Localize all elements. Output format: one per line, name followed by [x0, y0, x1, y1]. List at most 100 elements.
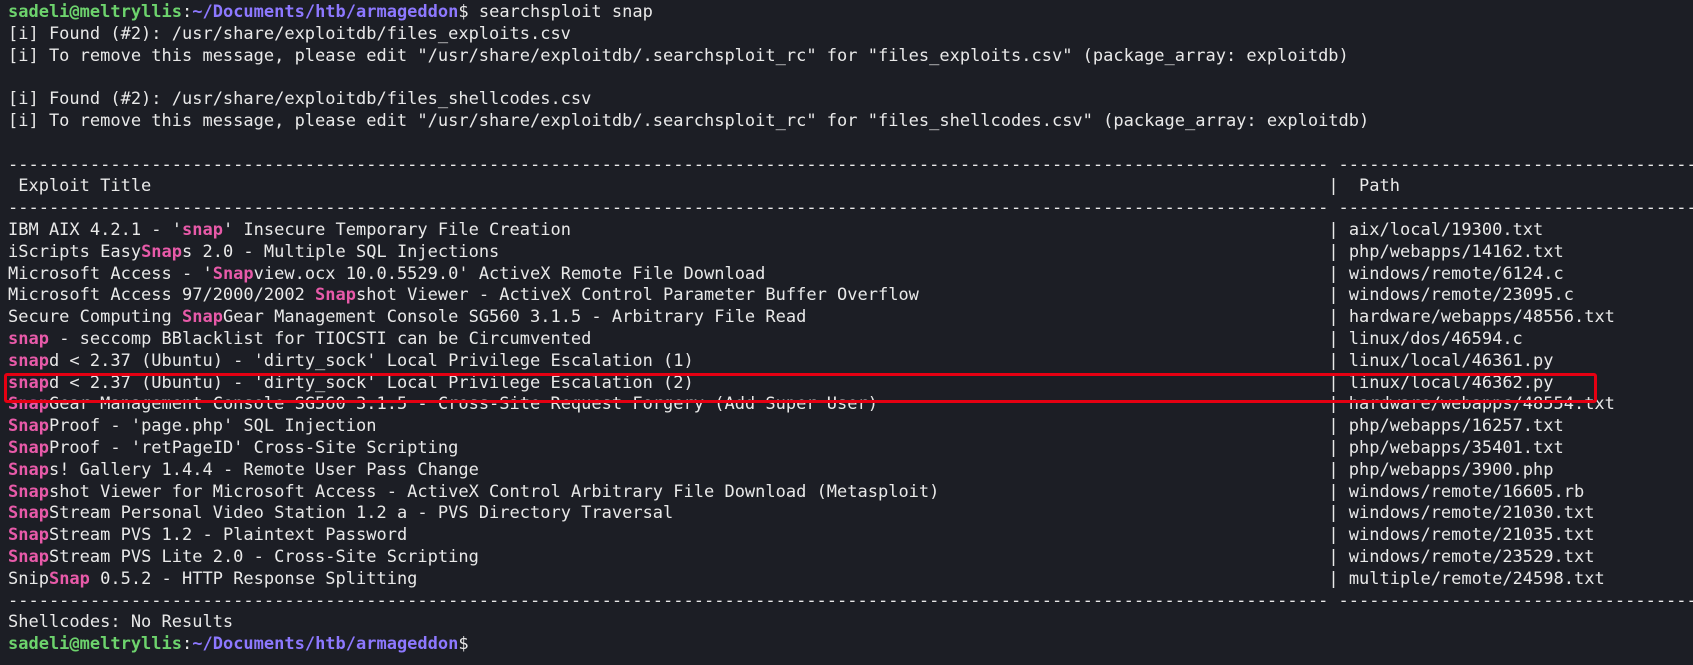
table-header: Exploit Title | Path — [8, 176, 1693, 198]
row-title-prefix: Snip — [8, 568, 49, 589]
search-match: snap — [182, 219, 223, 240]
row-path: linux/dos/46594.c — [1348, 328, 1523, 349]
prompt-user-host: sadeli@meltryllis — [8, 2, 182, 22]
column-header-path: Path — [1359, 176, 1400, 197]
column-divider: | — [1328, 263, 1349, 284]
row-path: windows/remote/6124.c — [1348, 263, 1564, 284]
table-row[interactable]: Snapshot Viewer for Microsoft Access - A… — [8, 482, 1693, 504]
table-row[interactable]: SnapStream PVS 1.2 - Plaintext Password … — [8, 525, 1693, 547]
prompt-symbol: $ — [458, 634, 479, 655]
row-title-suffix: d < 2.37 (Ubuntu) - 'dirty_sock' Local P… — [48, 350, 1329, 371]
row-title-prefix: Secure Computing — [8, 307, 182, 328]
column-divider: | — [1328, 307, 1349, 328]
column-divider: | — [1328, 503, 1349, 524]
row-title-suffix: shot Viewer for Microsoft Access - Activ… — [48, 481, 1329, 502]
column-divider: | — [1328, 481, 1349, 502]
table-row[interactable]: snap - seccomp BBlacklist for TIOCSTI ca… — [8, 329, 1693, 351]
table-row[interactable]: iScripts EasySnaps 2.0 - Multiple SQL In… — [8, 242, 1693, 264]
row-title-suffix: Proof - 'retPageID' Cross-Site Scripting — [48, 437, 1329, 458]
column-divider: | — [1328, 437, 1349, 458]
table-row[interactable]: Snaps! Gallery 1.4.4 - Remote User Pass … — [8, 460, 1693, 482]
table-row[interactable]: SnipSnap 0.5.2 - HTTP Response Splitting… — [8, 569, 1693, 591]
row-path: windows/remote/16605.rb — [1348, 481, 1585, 502]
table-row-highlighted[interactable]: snapd < 2.37 (Ubuntu) - 'dirty_sock' Loc… — [8, 373, 1693, 395]
search-match: Snap — [315, 285, 356, 306]
search-match: snap — [8, 328, 49, 349]
prompt-line-final[interactable]: sadeli@meltryllis:~/Documents/htb/armage… — [8, 634, 1693, 656]
row-title-suffix: Stream Personal Video Station 1.2 a - PV… — [48, 503, 1329, 524]
prompt-symbol: $ — [458, 2, 479, 22]
table-row[interactable]: SnapStream Personal Video Station 1.2 a … — [8, 503, 1693, 525]
table-row[interactable]: Microsoft Access 97/2000/2002 Snapshot V… — [8, 285, 1693, 307]
row-title-prefix: IBM AIX 4.2.1 - ' — [8, 219, 182, 240]
row-path: php/webapps/14162.txt — [1348, 241, 1564, 262]
row-path: aix/local/19300.txt — [1348, 219, 1544, 240]
info-message-line — [8, 67, 1693, 89]
table-row[interactable]: SnapProof - 'retPageID' Cross-Site Scrip… — [8, 438, 1693, 460]
row-title-suffix: view.ocx 10.0.5529.0' ActiveX Remote Fil… — [253, 263, 1329, 284]
info-message-line: [i] Found (#2): /usr/share/exploitdb/fil… — [8, 89, 592, 110]
prompt-separator: : — [182, 634, 193, 655]
terminal-window[interactable]: sadeli@meltryllis:~/Documents/htb/armage… — [0, 0, 1693, 665]
row-path: linux/local/46361.py — [1348, 350, 1554, 371]
column-header-title: Exploit Title — [8, 176, 1329, 197]
row-title-suffix: ' Insecure Temporary File Creation — [222, 219, 1329, 240]
command-text: searchsploit snap — [478, 2, 653, 22]
column-divider: | — [1328, 176, 1360, 197]
info-messages: [i] Found (#2): /usr/share/exploitdb/fil… — [8, 24, 1693, 155]
search-match: Snap — [8, 503, 49, 524]
row-title-suffix: Gear Management Console SG560 3.1.5 - Cr… — [48, 394, 1329, 415]
row-title-suffix: d < 2.37 (Ubuntu) - 'dirty_sock' Local P… — [48, 372, 1329, 393]
info-message-line: [i] To remove this message, please edit … — [8, 110, 1370, 131]
search-match: Snap — [212, 263, 254, 284]
prompt-user-host: sadeli@meltryllis — [8, 634, 182, 655]
row-path: linux/local/46362.py — [1348, 372, 1554, 393]
table-row[interactable]: SnapProof - 'page.php' SQL Injection | p… — [8, 416, 1693, 438]
row-path: hardware/webapps/48554.txt — [1348, 394, 1615, 415]
row-title-suffix: s! Gallery 1.4.4 - Remote User Pass Chan… — [48, 459, 1329, 480]
row-title-suffix: Stream PVS Lite 2.0 - Cross-Site Scripti… — [48, 546, 1329, 567]
row-title-prefix: iScripts Easy — [8, 241, 142, 262]
table-row[interactable]: snapd < 2.37 (Ubuntu) - 'dirty_sock' Loc… — [8, 351, 1693, 373]
column-divider: | — [1328, 459, 1349, 480]
column-divider: | — [1328, 241, 1349, 262]
search-match: Snap — [141, 241, 183, 262]
row-path: php/webapps/35401.txt — [1348, 437, 1564, 458]
row-title-suffix: Gear Management Console SG560 3.1.5 - Ar… — [222, 307, 1329, 328]
column-divider: | — [1328, 568, 1349, 589]
search-match: Snap — [8, 394, 49, 415]
row-path: windows/remote/21030.txt — [1348, 503, 1595, 524]
row-path: windows/remote/21035.txt — [1348, 525, 1595, 546]
row-path: multiple/remote/24598.txt — [1348, 568, 1605, 589]
table-row[interactable]: Secure Computing SnapGear Management Con… — [8, 307, 1693, 329]
table-separator: ----------------------------------------… — [8, 198, 1693, 219]
prompt-cwd: ~/Documents/htb/armageddon — [192, 2, 459, 22]
search-match: Snap — [8, 437, 49, 458]
row-title-suffix: s 2.0 - Multiple SQL Injections — [182, 241, 1329, 262]
search-match: snap — [8, 372, 49, 393]
row-title-prefix: Microsoft Access - ' — [8, 263, 213, 284]
table-row[interactable]: SnapGear Management Console SG560 3.1.5 … — [8, 394, 1693, 416]
column-divider: | — [1328, 546, 1349, 567]
table-row[interactable]: Microsoft Access - 'Snapview.ocx 10.0.55… — [8, 264, 1693, 286]
table-row[interactable]: IBM AIX 4.2.1 - 'snap' Insecure Temporar… — [8, 220, 1693, 242]
shellcodes-result: Shellcodes: No Results — [8, 612, 234, 633]
column-divider: | — [1328, 372, 1349, 393]
search-match: snap — [8, 350, 49, 371]
row-path: php/webapps/3900.php — [1348, 459, 1554, 480]
prompt-line: sadeli@meltryllis:~/Documents/htb/armage… — [8, 2, 1693, 24]
column-divider: | — [1328, 219, 1349, 240]
prompt-separator: : — [182, 2, 193, 22]
search-match: Snap — [8, 481, 49, 502]
column-divider: | — [1328, 350, 1349, 371]
search-match: Snap — [8, 525, 49, 546]
search-match: Snap — [8, 546, 49, 567]
column-divider: | — [1328, 525, 1349, 546]
row-path: windows/remote/23529.txt — [1348, 546, 1595, 567]
info-message-line: [i] To remove this message, please edit … — [8, 45, 1349, 66]
search-match: Snap — [8, 416, 49, 437]
info-message-line — [8, 133, 1693, 155]
table-row[interactable]: SnapStream PVS Lite 2.0 - Cross-Site Scr… — [8, 547, 1693, 569]
row-title-prefix: Microsoft Access 97/2000/2002 — [8, 285, 316, 306]
row-title-suffix: shot Viewer - ActiveX Control Parameter … — [356, 285, 1329, 306]
